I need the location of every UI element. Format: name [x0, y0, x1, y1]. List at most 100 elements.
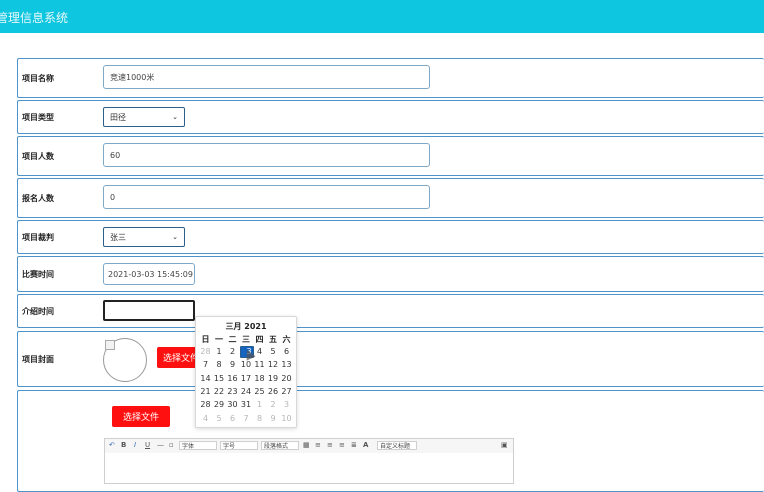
horizontal-rule-icon[interactable]: —: [157, 441, 164, 450]
select-value: 张三: [110, 232, 126, 242]
align-center-icon[interactable]: ≡: [327, 441, 333, 450]
calendar-day[interactable]: 25: [253, 386, 266, 398]
calendar-day[interactable]: 28: [199, 346, 212, 358]
calendar-day[interactable]: 26: [267, 386, 280, 398]
field-label: 项目封面: [22, 355, 54, 364]
calendar-weekday: 四: [255, 335, 264, 344]
calendar-day[interactable]: 4: [199, 413, 212, 425]
calendar-day[interactable]: 1: [253, 399, 266, 411]
content-choose-file-button[interactable]: 选择文件: [112, 406, 170, 427]
underline-button[interactable]: U: [145, 441, 150, 450]
paragraph-format-select[interactable]: 段落格式: [261, 441, 299, 450]
project-type-select[interactable]: 田径 ⌄: [103, 107, 185, 127]
field-row-enrolled: 报名人数 0: [17, 178, 764, 218]
calendar-month-title: 三月 2021: [225, 322, 267, 331]
calendar-weekday: 一: [215, 335, 223, 344]
calendar-day[interactable]: 18: [253, 373, 266, 385]
fullscreen-icon[interactable]: ▣: [501, 441, 508, 450]
editor-toolbar: ↶ B I U — ▫ 字体 字号 段落格式 ▦ ≡ ≡ ≡ ≣ A 自定义标题…: [104, 438, 514, 454]
italic-button[interactable]: I: [134, 441, 136, 450]
align-left-icon[interactable]: ≡: [315, 441, 321, 450]
top-bar: 管理信息系统: [0, 0, 764, 33]
calendar-day[interactable]: 17: [240, 373, 253, 385]
field-label: 比赛时间: [22, 270, 54, 279]
custom-heading-select[interactable]: 自定义标题: [377, 441, 417, 450]
calendar-day[interactable]: 16: [226, 373, 239, 385]
calendar-day[interactable]: 31: [240, 399, 253, 411]
field-label: 报名人数: [22, 194, 54, 203]
calendar-day[interactable]: 2: [267, 399, 280, 411]
document-icon[interactable]: ▫: [169, 441, 174, 450]
align-right-icon[interactable]: ≡: [339, 441, 345, 450]
calendar-weekday: 日: [201, 335, 210, 344]
calendar-day[interactable]: 9: [267, 413, 280, 425]
chevron-down-icon: ⌄: [172, 113, 178, 121]
calendar-day[interactable]: 7: [240, 413, 253, 425]
broken-image-icon: [105, 340, 115, 350]
chevron-down-icon: ⌄: [172, 233, 178, 241]
field-row-cover: 项目封面 选择文件: [17, 331, 764, 387]
referee-select[interactable]: 张三 ⌄: [103, 227, 185, 247]
field-row-count: 项目人数 60: [17, 136, 764, 176]
calendar-day[interactable]: 7: [199, 359, 212, 371]
calendar-day[interactable]: 23: [226, 386, 239, 398]
field-label: 项目裁判: [22, 233, 54, 242]
calendar-day[interactable]: 2: [226, 346, 239, 358]
calendar-day[interactable]: 29: [213, 399, 226, 411]
field-label: 项目类型: [22, 113, 54, 122]
select-value: 田径: [110, 112, 126, 122]
calendar-day[interactable]: 13: [280, 359, 293, 371]
cover-image-placeholder: [103, 338, 147, 382]
calendar-day[interactable]: 10: [280, 413, 293, 425]
calendar-day[interactable]: 21: [199, 386, 212, 398]
bold-button[interactable]: B: [121, 441, 126, 450]
field-label: 介绍时间: [22, 307, 54, 316]
undo-icon[interactable]: ↶: [109, 441, 115, 450]
calendar-day[interactable]: 5: [267, 346, 280, 358]
calendar-day[interactable]: 14: [199, 373, 212, 385]
project-count-input[interactable]: 60: [103, 143, 430, 167]
app-title: 管理信息系统: [0, 11, 69, 25]
calendar-day[interactable]: 28: [199, 399, 212, 411]
field-row-intro-time: 介绍时间: [17, 294, 764, 328]
calendar-day[interactable]: 6: [280, 346, 293, 358]
calendar-day[interactable]: 6: [226, 413, 239, 425]
calendar-day[interactable]: 12: [267, 359, 280, 371]
justify-icon[interactable]: ≣: [351, 441, 357, 450]
calendar-day[interactable]: 30: [226, 399, 239, 411]
project-name-input[interactable]: 竞速1000米: [103, 65, 430, 89]
calendar-day[interactable]: 24: [240, 386, 253, 398]
calendar-day[interactable]: 8: [213, 359, 226, 371]
field-row-type: 项目类型 田径 ⌄: [17, 100, 764, 134]
date-picker-popup: 三月 2021 日一二三四五六 28 1 2 3 4 5 6 7 8 9 10 11 12 13 14 15 16…: [195, 316, 297, 428]
editor-body[interactable]: [104, 453, 514, 484]
calendar-day[interactable]: 1: [213, 346, 226, 358]
field-row-match-time: 比赛时间 2021-03-03 15:45:09: [17, 256, 764, 292]
match-time-input[interactable]: 2021-03-03 15:45:09: [103, 263, 195, 285]
calendar-weekday: 三: [242, 335, 250, 344]
font-size-select[interactable]: 字号: [220, 441, 258, 450]
field-row-referee: 项目裁判 张三 ⌄: [17, 220, 764, 254]
calendar-day[interactable]: 5: [213, 413, 226, 425]
calendar-day[interactable]: 10: [240, 359, 253, 371]
calendar-weekday: 五: [269, 335, 277, 344]
font-color-button[interactable]: A: [363, 441, 368, 450]
calendar-weekday: 二: [228, 335, 237, 344]
calendar-day[interactable]: 3: [280, 399, 293, 411]
enrolled-count-input[interactable]: 0: [103, 185, 430, 209]
calendar-day[interactable]: 27: [280, 386, 293, 398]
calendar-day[interactable]: 9: [226, 359, 239, 371]
calendar-day[interactable]: 20: [280, 373, 293, 385]
calendar-day[interactable]: 11: [253, 359, 266, 371]
intro-time-input[interactable]: [103, 300, 195, 321]
table-icon[interactable]: ▦: [303, 441, 310, 450]
field-label: 项目名称: [22, 74, 54, 83]
calendar-weekday: 六: [282, 335, 291, 344]
field-label: 项目人数: [22, 152, 54, 161]
field-row-name: 项目名称 竞速1000米: [17, 58, 764, 98]
font-family-select[interactable]: 字体: [179, 441, 217, 450]
calendar-day[interactable]: 15: [213, 373, 226, 385]
calendar-day[interactable]: 19: [267, 373, 280, 385]
calendar-day[interactable]: 22: [213, 386, 226, 398]
calendar-day[interactable]: 8: [253, 413, 266, 425]
